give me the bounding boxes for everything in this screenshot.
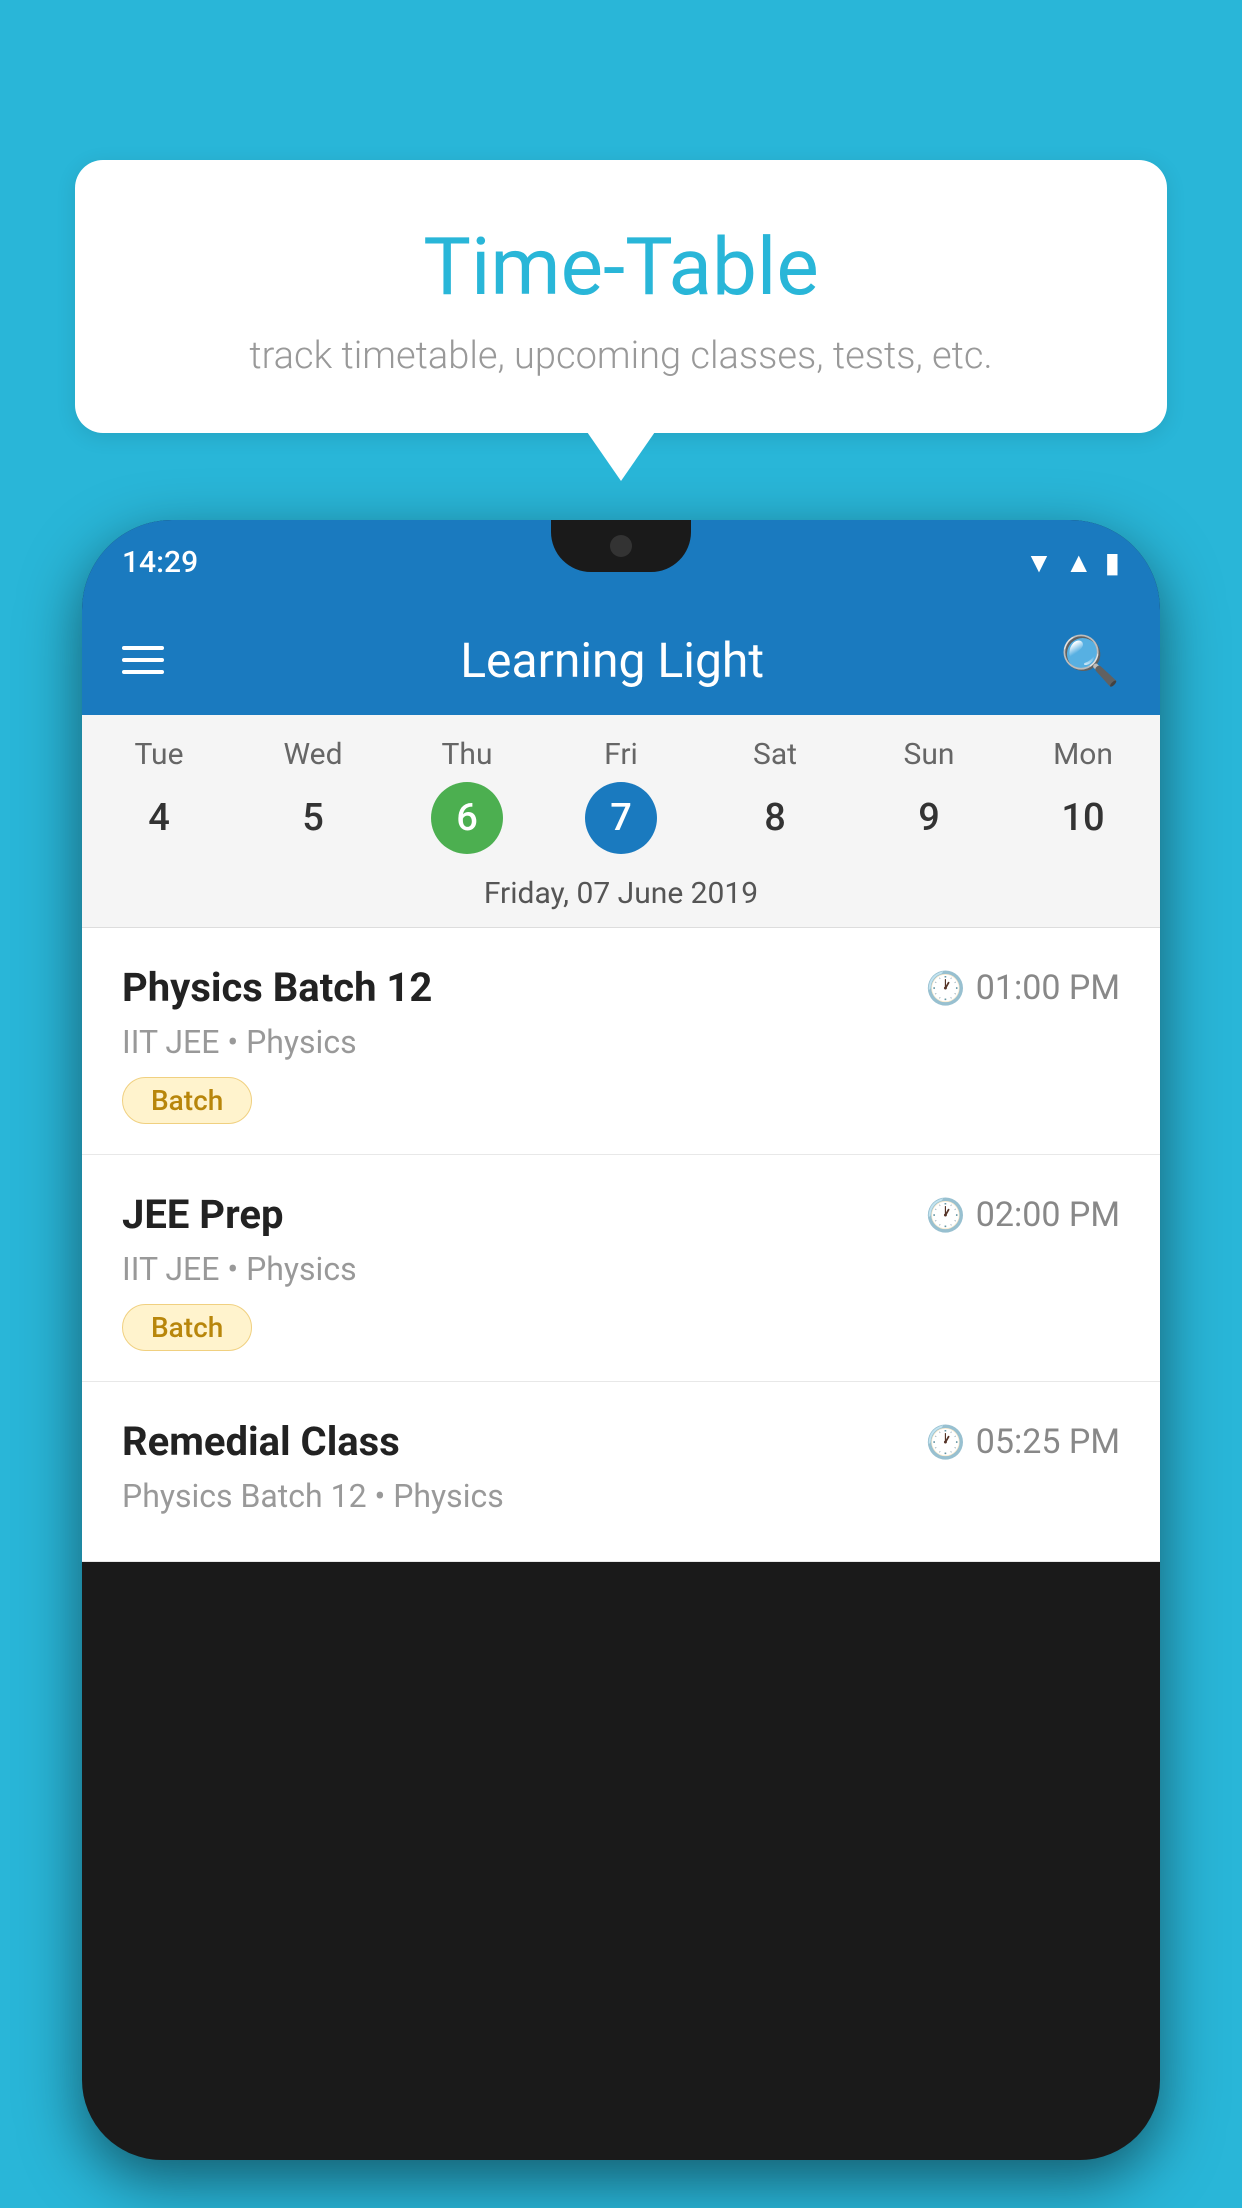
batch-badge: Batch	[122, 1304, 252, 1351]
time-text: 01:00 PM	[976, 968, 1120, 1008]
schedule-item-header: Remedial Class 🕐 05:25 PM	[122, 1418, 1120, 1465]
time-text: 05:25 PM	[976, 1422, 1120, 1462]
day-number: 5	[277, 782, 349, 854]
schedule-item-subtitle: Physics Batch 12 • Physics	[122, 1477, 1120, 1515]
selected-date-label: Friday, 07 June 2019	[82, 862, 1160, 928]
app-header: Learning Light 🔍	[82, 605, 1160, 715]
schedule-item[interactable]: JEE Prep 🕐 02:00 PM IIT JEE • Physics Batch	[82, 1155, 1160, 1382]
status-time: 14:29	[122, 545, 198, 580]
schedule-item-time: 🕐 05:25 PM	[926, 1422, 1120, 1462]
schedule-item-header: Physics Batch 12 🕐 01:00 PM	[122, 964, 1120, 1011]
bubble-subtitle: track timetable, upcoming classes, tests…	[125, 334, 1117, 378]
day-name: Sat	[698, 737, 852, 772]
schedule-item-subtitle: IIT JEE • Physics	[122, 1023, 1120, 1061]
schedule-item-header: JEE Prep 🕐 02:00 PM	[122, 1191, 1120, 1238]
phone-frame: 14:29 ▼ ▲ ▮ Learning Light 🔍	[82, 520, 1160, 2160]
wifi-icon: ▼	[1025, 546, 1053, 579]
menu-button[interactable]	[122, 646, 164, 674]
battery-icon: ▮	[1105, 546, 1120, 579]
day-number: 4	[123, 782, 195, 854]
day-number: 9	[893, 782, 965, 854]
app-title: Learning Light	[460, 632, 764, 689]
day-number: 7	[585, 782, 657, 854]
speech-bubble-container: Time-Table track timetable, upcoming cla…	[75, 160, 1167, 433]
day-col-tue[interactable]: Tue 4	[82, 737, 236, 854]
day-col-thu[interactable]: Thu 6	[390, 737, 544, 854]
signal-icon: ▲	[1065, 546, 1093, 579]
day-col-mon[interactable]: Mon 10	[1006, 737, 1160, 854]
schedule-item-time: 🕐 01:00 PM	[926, 968, 1120, 1008]
speech-bubble: Time-Table track timetable, upcoming cla…	[75, 160, 1167, 433]
notch	[551, 520, 691, 572]
status-icons: ▼ ▲ ▮	[1025, 546, 1120, 579]
schedule-list: Physics Batch 12 🕐 01:00 PM IIT JEE • Physi…	[82, 928, 1160, 1562]
time-text: 02:00 PM	[976, 1195, 1120, 1235]
phone-container: 14:29 ▼ ▲ ▮ Learning Light 🔍	[82, 520, 1160, 2208]
clock-icon: 🕐	[926, 1423, 966, 1461]
day-number: 8	[739, 782, 811, 854]
schedule-item-title: JEE Prep	[122, 1191, 283, 1238]
schedule-item[interactable]: Physics Batch 12 🕐 01:00 PM IIT JEE • Physi…	[82, 928, 1160, 1155]
batch-badge: Batch	[122, 1077, 252, 1124]
day-name: Mon	[1006, 737, 1160, 772]
day-headers: Tue 4 Wed 5 Thu 6 Fri 7 Sat 8 Sun 9 Mon 10	[82, 715, 1160, 862]
clock-icon: 🕐	[926, 969, 966, 1007]
day-name: Fri	[544, 737, 698, 772]
day-name: Tue	[82, 737, 236, 772]
phone-screen: Tue 4 Wed 5 Thu 6 Fri 7 Sat 8 Sun 9 Mon 10 Friday, 07…	[82, 715, 1160, 1562]
day-name: Thu	[390, 737, 544, 772]
day-name: Wed	[236, 737, 390, 772]
day-col-sat[interactable]: Sat 8	[698, 737, 852, 854]
schedule-item[interactable]: Remedial Class 🕐 05:25 PM Physics Batch 12 …	[82, 1382, 1160, 1562]
schedule-item-time: 🕐 02:00 PM	[926, 1195, 1120, 1235]
bubble-title: Time-Table	[125, 220, 1117, 314]
day-col-fri[interactable]: Fri 7	[544, 737, 698, 854]
day-number: 10	[1047, 782, 1119, 854]
calendar-strip: Tue 4 Wed 5 Thu 6 Fri 7 Sat 8 Sun 9 Mon 10 Friday, 07…	[82, 715, 1160, 928]
search-icon[interactable]: 🔍	[1060, 632, 1120, 689]
schedule-item-subtitle: IIT JEE • Physics	[122, 1250, 1120, 1288]
schedule-item-title: Physics Batch 12	[122, 964, 432, 1011]
day-number: 6	[431, 782, 503, 854]
camera-dot	[610, 535, 632, 557]
day-col-sun[interactable]: Sun 9	[852, 737, 1006, 854]
schedule-item-title: Remedial Class	[122, 1418, 400, 1465]
clock-icon: 🕐	[926, 1196, 966, 1234]
day-name: Sun	[852, 737, 1006, 772]
day-col-wed[interactable]: Wed 5	[236, 737, 390, 854]
status-bar: 14:29 ▼ ▲ ▮	[82, 520, 1160, 605]
